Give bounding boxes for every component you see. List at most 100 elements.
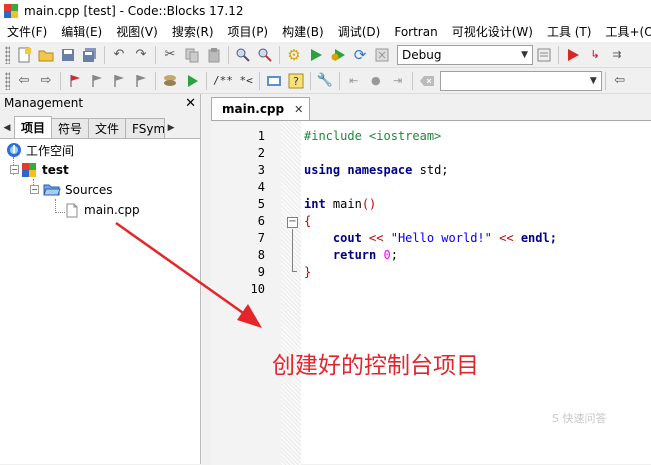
help-icon[interactable]: ? bbox=[285, 70, 307, 92]
tab-label: main.cpp bbox=[222, 102, 285, 116]
run-icon[interactable] bbox=[305, 44, 327, 66]
new-file-icon[interactable] bbox=[13, 44, 35, 66]
debug-run-icon[interactable] bbox=[562, 44, 584, 66]
nav-first-icon[interactable]: ⇤ bbox=[343, 70, 365, 92]
fold-line bbox=[292, 271, 297, 272]
line-number: 2 bbox=[257, 146, 265, 160]
build-target-select[interactable]: Debug ▼ bbox=[397, 44, 533, 65]
debug-step-icon[interactable]: ↳ bbox=[584, 44, 606, 66]
open-folder-icon[interactable] bbox=[35, 44, 57, 66]
redo-icon[interactable]: ↷ bbox=[130, 44, 152, 66]
line-number: 1 bbox=[257, 129, 265, 143]
menu-tools[interactable]: 工具 (T) bbox=[540, 22, 599, 42]
toolbar-separator bbox=[258, 71, 260, 90]
toolbar-grip[interactable] bbox=[5, 71, 10, 90]
code-line-7: cout << "Hello world!" << endl; bbox=[304, 231, 557, 245]
menu-fortran[interactable]: Fortran bbox=[387, 22, 444, 42]
tree-item-workspace[interactable]: 工作空间 bbox=[6, 141, 74, 159]
toolbar-separator bbox=[104, 45, 105, 64]
toolbar-separator bbox=[411, 71, 413, 90]
cut-icon[interactable]: ✂ bbox=[159, 44, 181, 66]
target-options-icon[interactable] bbox=[533, 44, 555, 66]
source-file-icon bbox=[66, 203, 78, 217]
tree-item-project[interactable]: test bbox=[22, 161, 69, 179]
debug-next-icon[interactable]: ⇉ bbox=[606, 44, 628, 66]
tree-item-sources[interactable]: Sources bbox=[43, 181, 112, 199]
find-icon[interactable] bbox=[232, 44, 254, 66]
nav-dot-icon[interactable]: ● bbox=[365, 70, 387, 92]
tree-line bbox=[55, 212, 65, 213]
menu-wxsmith[interactable]: 可视化设计(W) bbox=[445, 22, 540, 42]
tab-symbols[interactable]: 符号 bbox=[51, 118, 90, 138]
bookmark-next-icon[interactable] bbox=[108, 70, 130, 92]
line-number: 7 bbox=[257, 231, 265, 245]
tab-projects[interactable]: 项目 bbox=[14, 116, 53, 138]
doxyblocks-icon[interactable] bbox=[263, 70, 285, 92]
nav-last-icon[interactable]: ⇥ bbox=[387, 70, 409, 92]
menu-file[interactable]: 文件(F) bbox=[0, 22, 54, 42]
toolbar-grip[interactable] bbox=[5, 45, 10, 64]
menu-view[interactable]: 视图(V) bbox=[109, 22, 165, 42]
forward-icon[interactable]: ⇨ bbox=[35, 70, 57, 92]
menu-edit[interactable]: 编辑(E) bbox=[54, 22, 109, 42]
menu-tools-plus[interactable]: 工具+(O) bbox=[598, 22, 651, 42]
toolbar-separator bbox=[60, 71, 61, 90]
fold-toggle-icon[interactable]: − bbox=[287, 217, 298, 228]
tab-files[interactable]: 文件 bbox=[88, 118, 127, 138]
code-identifier: main bbox=[332, 197, 362, 211]
menu-project[interactable]: 项目(P) bbox=[221, 22, 276, 42]
line-number: 6 bbox=[257, 214, 265, 228]
clear-search-icon[interactable] bbox=[416, 70, 438, 92]
save-all-icon[interactable] bbox=[79, 44, 101, 66]
close-icon[interactable]: ✕ bbox=[185, 96, 196, 111]
code-line-8: return 0; bbox=[304, 248, 398, 262]
abort-icon[interactable] bbox=[371, 44, 393, 66]
doxygen-comment-button[interactable]: /** *< bbox=[210, 74, 256, 87]
menu-build[interactable]: 构建(B) bbox=[275, 22, 331, 42]
tree-item-main-cpp[interactable]: main.cpp bbox=[66, 201, 140, 219]
main-toolbar: ↶ ↷ ✂ ⚙ ⟳ Debug ▼ ↳ ⇉ bbox=[0, 42, 651, 68]
code-line-3: using namespace std; bbox=[304, 163, 449, 177]
bookmark-clear-icon[interactable] bbox=[130, 70, 152, 92]
code-brace: } bbox=[304, 265, 312, 279]
copy-icon[interactable] bbox=[181, 44, 203, 66]
bookmark-prev-icon[interactable] bbox=[86, 70, 108, 92]
tree-label-workspace: 工作空间 bbox=[26, 143, 75, 158]
build-and-run-icon[interactable] bbox=[327, 44, 349, 66]
rebuild-icon[interactable]: ⟳ bbox=[349, 44, 371, 66]
wrench-icon[interactable]: 🔧 bbox=[314, 70, 336, 92]
scroll-right-icon[interactable]: ▶ bbox=[164, 118, 178, 138]
toolbar-separator bbox=[228, 45, 229, 64]
code-line-1: #include <iostream> bbox=[304, 129, 441, 143]
scroll-left-icon[interactable]: ◀ bbox=[0, 118, 14, 138]
project-tree: 工作空间 − test − Sources main.cpp bbox=[0, 138, 200, 464]
management-panel: Management ✕ ◀ 项目 符号 文件 FSym ▶ 工作空间 − te… bbox=[0, 94, 201, 464]
jump-icon[interactable] bbox=[181, 70, 203, 92]
build-gear-icon[interactable]: ⚙ bbox=[283, 44, 305, 66]
code-brace: { bbox=[304, 214, 312, 228]
save-icon[interactable] bbox=[57, 44, 79, 66]
line-number: 3 bbox=[257, 163, 265, 177]
tab-main-cpp[interactable]: main.cpp ✕ bbox=[211, 97, 311, 120]
close-icon[interactable]: ✕ bbox=[294, 103, 303, 116]
back-icon[interactable]: ⇦ bbox=[609, 70, 631, 92]
code-parens: () bbox=[361, 197, 377, 211]
undo-icon[interactable]: ↶ bbox=[108, 44, 130, 66]
code-keyword: namespace bbox=[347, 163, 413, 177]
replace-icon[interactable] bbox=[254, 44, 276, 66]
codeblocks-logo-icon bbox=[4, 4, 18, 18]
code-completion-icon[interactable] bbox=[159, 70, 181, 92]
bookmark-flag-icon[interactable] bbox=[64, 70, 86, 92]
paste-icon[interactable] bbox=[203, 44, 225, 66]
code-line-6: { bbox=[304, 214, 311, 228]
search-combo[interactable]: ▼ bbox=[439, 70, 602, 91]
back-icon[interactable]: ⇦ bbox=[13, 70, 35, 92]
tab-fsymbols[interactable]: FSym bbox=[125, 118, 166, 138]
menu-search[interactable]: 搜索(R) bbox=[165, 22, 221, 42]
code-line-5: int main() bbox=[304, 197, 376, 211]
menu-debug[interactable]: 调试(D) bbox=[331, 22, 388, 42]
collapse-icon[interactable]: − bbox=[10, 165, 19, 174]
collapse-icon[interactable]: − bbox=[30, 185, 39, 194]
toolbar-separator bbox=[309, 71, 311, 90]
toolbar-separator bbox=[155, 45, 156, 64]
